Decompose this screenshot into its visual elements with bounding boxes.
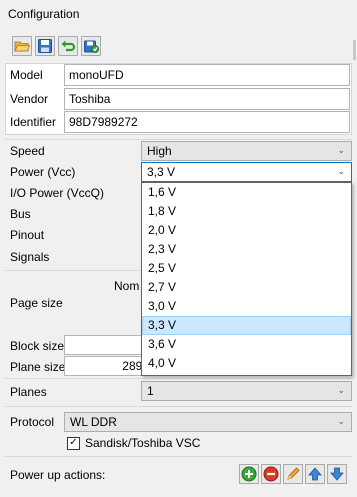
power-option[interactable]: 2,7 V	[142, 278, 351, 297]
power-option[interactable]: 3,0 V	[142, 297, 351, 316]
move-down-button[interactable]	[327, 464, 347, 484]
checkmark-icon: ✓	[69, 437, 78, 448]
io-power-label: I/O Power (VccQ)	[10, 186, 105, 200]
edit-icon	[287, 467, 300, 480]
speed-label: Speed	[10, 144, 45, 158]
block-size-label: Block size	[10, 339, 65, 353]
power-option[interactable]: 2,5 V	[142, 259, 351, 278]
vendor-field[interactable]: Toshiba	[64, 88, 350, 110]
power-option[interactable]: 2,0 V	[142, 221, 351, 240]
planes-value: 1	[147, 384, 154, 398]
move-up-icon	[308, 467, 322, 481]
model-field[interactable]: monoUFD	[64, 64, 350, 86]
power-option[interactable]: 1,6 V	[142, 183, 351, 202]
add-action-button[interactable]	[239, 464, 259, 484]
divider	[5, 456, 352, 457]
power-option-selected[interactable]: 3,3 V	[142, 316, 351, 335]
power-up-toolbar	[239, 464, 347, 484]
bus-label: Bus	[10, 207, 31, 221]
chevron-down-icon: ⌄	[337, 166, 345, 176]
power-dropdown-list: 1,6 V 1,8 V 2,0 V 2,3 V 2,5 V 2,7 V 3,0 …	[141, 182, 352, 376]
chevron-down-icon: ⌄	[337, 145, 345, 155]
power-option[interactable]: 1,8 V	[142, 202, 351, 221]
undo-icon	[61, 40, 76, 52]
window-title: Configuration	[8, 7, 80, 21]
undo-button[interactable]	[58, 36, 78, 56]
open-button[interactable]	[12, 36, 32, 56]
move-up-button[interactable]	[305, 464, 325, 484]
protocol-label: Protocol	[10, 415, 55, 429]
vendor-label: Vendor	[10, 92, 49, 106]
open-folder-icon	[14, 41, 30, 52]
chevron-down-icon: ⌄	[337, 416, 345, 426]
divider	[5, 139, 352, 140]
power-option[interactable]: 4,0 V	[142, 354, 351, 373]
identifier-label: Identifier	[10, 115, 57, 129]
save-icon	[38, 39, 52, 53]
pinout-label: Pinout	[10, 228, 45, 242]
vsc-checkbox-row[interactable]: ✓ Sandisk/Toshiba VSC	[67, 436, 200, 450]
signals-label: Signals	[10, 250, 50, 264]
power-label: Power (Vcc)	[10, 165, 76, 179]
save-as-button[interactable]	[81, 36, 101, 56]
speed-select[interactable]: High ⌄	[141, 141, 352, 161]
move-down-icon	[330, 467, 344, 481]
power-up-label: Power up actions:	[10, 468, 106, 482]
edit-action-button[interactable]	[283, 464, 303, 484]
vsc-label: Sandisk/Toshiba VSC	[85, 436, 201, 450]
planes-select[interactable]: 1 ⌄	[141, 381, 352, 401]
scrollbar-thumb[interactable]	[353, 40, 356, 60]
divider	[5, 378, 352, 379]
page-size-label: Page size	[10, 296, 63, 310]
planes-label: Planes	[10, 385, 47, 399]
power-value: 3,3 V	[147, 165, 176, 179]
save-as-icon	[84, 40, 99, 53]
power-option[interactable]: 2,3 V	[142, 240, 351, 259]
protocol-value: WL DDR	[70, 415, 117, 429]
model-label: Model	[10, 68, 43, 82]
save-button[interactable]	[35, 36, 55, 56]
speed-value: High	[147, 144, 172, 158]
toolbar	[12, 36, 101, 56]
power-option[interactable]: 3,6 V	[142, 335, 351, 354]
identifier-field[interactable]: 98D7989272	[64, 111, 350, 133]
divider	[5, 406, 352, 407]
add-icon	[241, 466, 257, 482]
plane-size-label: Plane size	[10, 360, 66, 374]
remove-action-button[interactable]	[261, 464, 281, 484]
power-select[interactable]: 3,3 V ⌄	[141, 162, 352, 182]
chevron-down-icon: ⌄	[337, 385, 345, 395]
nominal-header: Nom	[114, 279, 140, 293]
vsc-checkbox[interactable]: ✓	[67, 436, 80, 450]
remove-icon	[263, 466, 279, 482]
protocol-select[interactable]: WL DDR ⌄	[64, 412, 352, 432]
